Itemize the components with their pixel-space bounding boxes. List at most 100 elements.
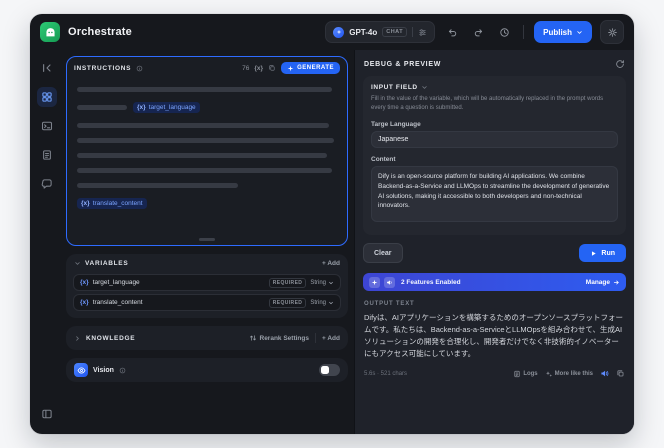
chevron-down-icon bbox=[329, 301, 333, 304]
nav-api-terminal-icon[interactable] bbox=[37, 116, 57, 136]
output-meta-row: 5.6s · 521 chars Logs More like this bbox=[364, 369, 625, 378]
generate-button[interactable]: GENERATE bbox=[281, 62, 340, 74]
debug-title: DEBUG & PREVIEW bbox=[364, 60, 442, 68]
features-enabled-bar: 2 Features Enabled Manage bbox=[363, 273, 626, 291]
logs-label: Logs bbox=[523, 370, 538, 377]
collapse-sidebar-icon[interactable] bbox=[37, 404, 57, 424]
manage-label: Manage bbox=[585, 278, 610, 286]
history-icon[interactable] bbox=[495, 23, 513, 41]
content-textarea[interactable]: Dify is an open-source platform for buil… bbox=[371, 166, 618, 222]
instructions-title: INSTRUCTIONS bbox=[74, 64, 132, 72]
variable-type-label: String bbox=[310, 299, 326, 306]
clear-button[interactable]: Clear bbox=[363, 243, 403, 263]
variable-type-label: String bbox=[310, 279, 326, 286]
model-params-sliders-icon[interactable] bbox=[418, 28, 427, 37]
variable-chip-translate-content: {x} translate_content bbox=[77, 198, 147, 209]
run-button[interactable]: Run bbox=[579, 244, 626, 262]
app-window: Orchestrate GPT-4o CHAT Publish INSTRUCT… bbox=[30, 14, 634, 434]
divider bbox=[315, 333, 316, 343]
variable-row-target-language[interactable]: {x} target_language REQUIRED String bbox=[73, 274, 341, 291]
prompt-text-line bbox=[77, 183, 239, 188]
input-field-title: INPUT FIELD bbox=[371, 84, 418, 91]
left-nav-rail bbox=[30, 50, 64, 434]
rerank-settings-label: Rerank Settings bbox=[259, 334, 310, 342]
refresh-icon[interactable] bbox=[615, 59, 625, 69]
output-stats: 5.6s · 521 chars bbox=[364, 370, 408, 377]
variable-chip-prefix: {x} bbox=[81, 200, 90, 207]
variable-chip-prefix: {x} bbox=[137, 104, 146, 111]
top-bar: Orchestrate GPT-4o CHAT Publish bbox=[30, 14, 634, 50]
knowledge-panel[interactable]: KNOWLEDGE Rerank Settings + Add bbox=[66, 326, 348, 350]
undo-icon[interactable] bbox=[443, 23, 461, 41]
copy-icon[interactable] bbox=[268, 64, 276, 72]
model-selector[interactable]: GPT-4o CHAT bbox=[325, 21, 436, 43]
vision-panel: Vision bbox=[66, 358, 348, 382]
instructions-card[interactable]: INSTRUCTIONS 76 {x} GENERATE {x} target_… bbox=[66, 56, 348, 246]
prompt-text-line bbox=[77, 123, 330, 128]
variable-chip-target-language: {x} target_language bbox=[133, 102, 200, 113]
model-mode-badge: CHAT bbox=[382, 27, 408, 37]
variable-type-select[interactable]: String bbox=[310, 280, 334, 286]
run-label: Run bbox=[601, 249, 615, 257]
input-field-header[interactable]: INPUT FIELD bbox=[371, 84, 618, 91]
variable-chip-name: translate_content bbox=[92, 200, 143, 207]
app-logo-icon bbox=[40, 22, 60, 42]
prompt-text-line bbox=[77, 105, 127, 110]
add-variable-button[interactable]: + Add bbox=[322, 260, 340, 267]
text-to-speech-icon[interactable] bbox=[600, 369, 609, 378]
prompt-text-line bbox=[77, 168, 332, 173]
prompt-editor[interactable]: {x} target_language {x} translate_conten… bbox=[67, 79, 347, 209]
info-icon bbox=[136, 65, 143, 72]
redo-icon[interactable] bbox=[469, 23, 487, 41]
debug-header: DEBUG & PREVIEW bbox=[355, 50, 634, 76]
sort-arrows-icon bbox=[249, 335, 256, 341]
content-label: Content bbox=[371, 156, 396, 163]
back-icon[interactable] bbox=[37, 58, 57, 78]
knowledge-title: KNOWLEDGE bbox=[86, 334, 136, 342]
publish-button[interactable]: Publish bbox=[534, 21, 592, 43]
insert-variable-icon[interactable]: {x} bbox=[254, 65, 263, 72]
prompt-text-line bbox=[77, 153, 327, 158]
resize-handle[interactable] bbox=[199, 238, 215, 241]
manage-features-button[interactable]: Manage bbox=[586, 279, 620, 286]
copy-output-icon[interactable] bbox=[616, 369, 625, 378]
instructions-header: INSTRUCTIONS 76 {x} GENERATE bbox=[67, 57, 347, 79]
add-knowledge-button[interactable]: + Add bbox=[322, 335, 340, 342]
gear-icon bbox=[607, 27, 617, 37]
feature-speaker-icon bbox=[384, 276, 395, 288]
variable-name: target_language bbox=[92, 279, 140, 286]
logs-button[interactable]: Logs bbox=[513, 370, 538, 378]
chevron-down-icon bbox=[329, 281, 333, 284]
orchestrate-editor-column: INSTRUCTIONS 76 {x} GENERATE {x} target_… bbox=[66, 56, 348, 382]
page-background: Orchestrate GPT-4o CHAT Publish INSTRUCT… bbox=[0, 0, 664, 448]
divider bbox=[412, 27, 414, 37]
nav-logs-icon[interactable] bbox=[37, 145, 57, 165]
spark-icon bbox=[287, 65, 294, 71]
eye-icon bbox=[74, 363, 88, 377]
vision-toggle[interactable] bbox=[319, 364, 340, 376]
info-icon bbox=[119, 367, 126, 374]
output-text-title: OUTPUT TEXT bbox=[364, 301, 415, 307]
variable-token: {x} bbox=[80, 299, 89, 306]
variables-header[interactable]: VARIABLES + Add bbox=[66, 254, 348, 271]
variable-type-select[interactable]: String bbox=[310, 300, 334, 306]
more-like-this-button[interactable]: More like this bbox=[545, 370, 593, 378]
variables-panel: VARIABLES + Add {x} target_language REQU… bbox=[66, 254, 348, 318]
input-field-description: Fill in the value of the variable, which… bbox=[371, 96, 604, 111]
target-language-label: Targe Language bbox=[371, 121, 421, 128]
nav-annotations-icon[interactable] bbox=[37, 174, 57, 194]
nav-orchestrate-icon[interactable] bbox=[37, 87, 57, 107]
chevron-down-icon bbox=[421, 84, 428, 91]
logs-icon bbox=[514, 370, 520, 377]
rerank-settings-button[interactable]: Rerank Settings bbox=[249, 334, 310, 342]
prompt-text-line bbox=[77, 87, 332, 92]
settings-button[interactable] bbox=[600, 20, 624, 44]
model-name: GPT-4o bbox=[349, 27, 378, 37]
target-language-input[interactable] bbox=[371, 131, 618, 148]
required-badge: REQUIRED bbox=[268, 277, 307, 288]
variable-row-translate-content[interactable]: {x} translate_content REQUIRED String bbox=[73, 294, 341, 311]
variable-token: {x} bbox=[80, 279, 89, 286]
more-like-this-label: More like this bbox=[554, 370, 593, 377]
chevron-down-icon bbox=[74, 260, 81, 267]
model-provider-icon bbox=[333, 26, 345, 38]
